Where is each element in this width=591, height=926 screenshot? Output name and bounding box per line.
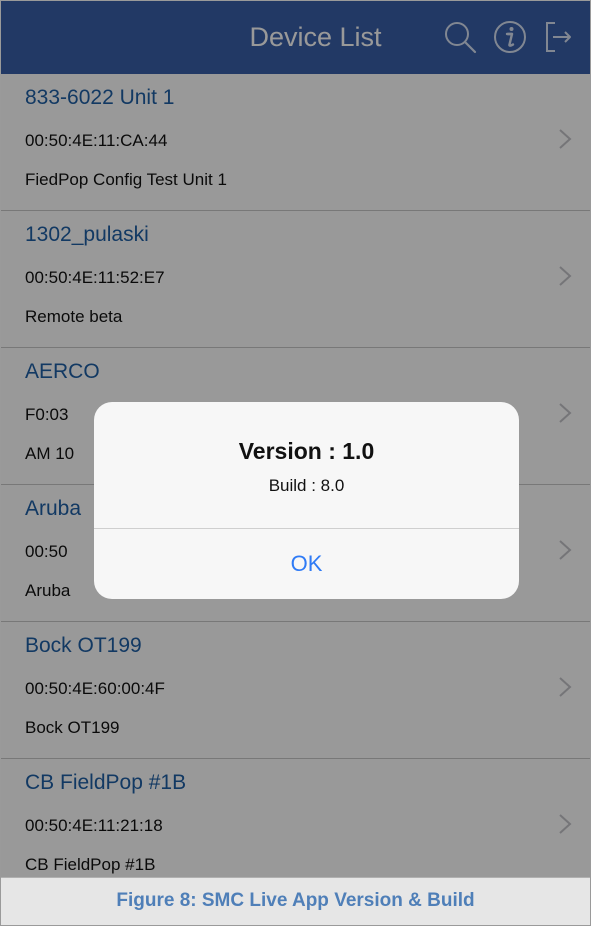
app-frame: Device List 833-6022 Unit 1 00:50:4E:11:…: [0, 0, 591, 926]
alert-subtitle: Build : 8.0: [268, 476, 345, 495]
ok-button[interactable]: OK: [94, 529, 519, 599]
figure-caption: Figure 8: SMC Live App Version & Build: [1, 877, 590, 925]
alert-title: Version : 1.0: [238, 438, 375, 464]
version-alert: Version : 1.0 Build : 8.0 OK: [94, 402, 519, 599]
